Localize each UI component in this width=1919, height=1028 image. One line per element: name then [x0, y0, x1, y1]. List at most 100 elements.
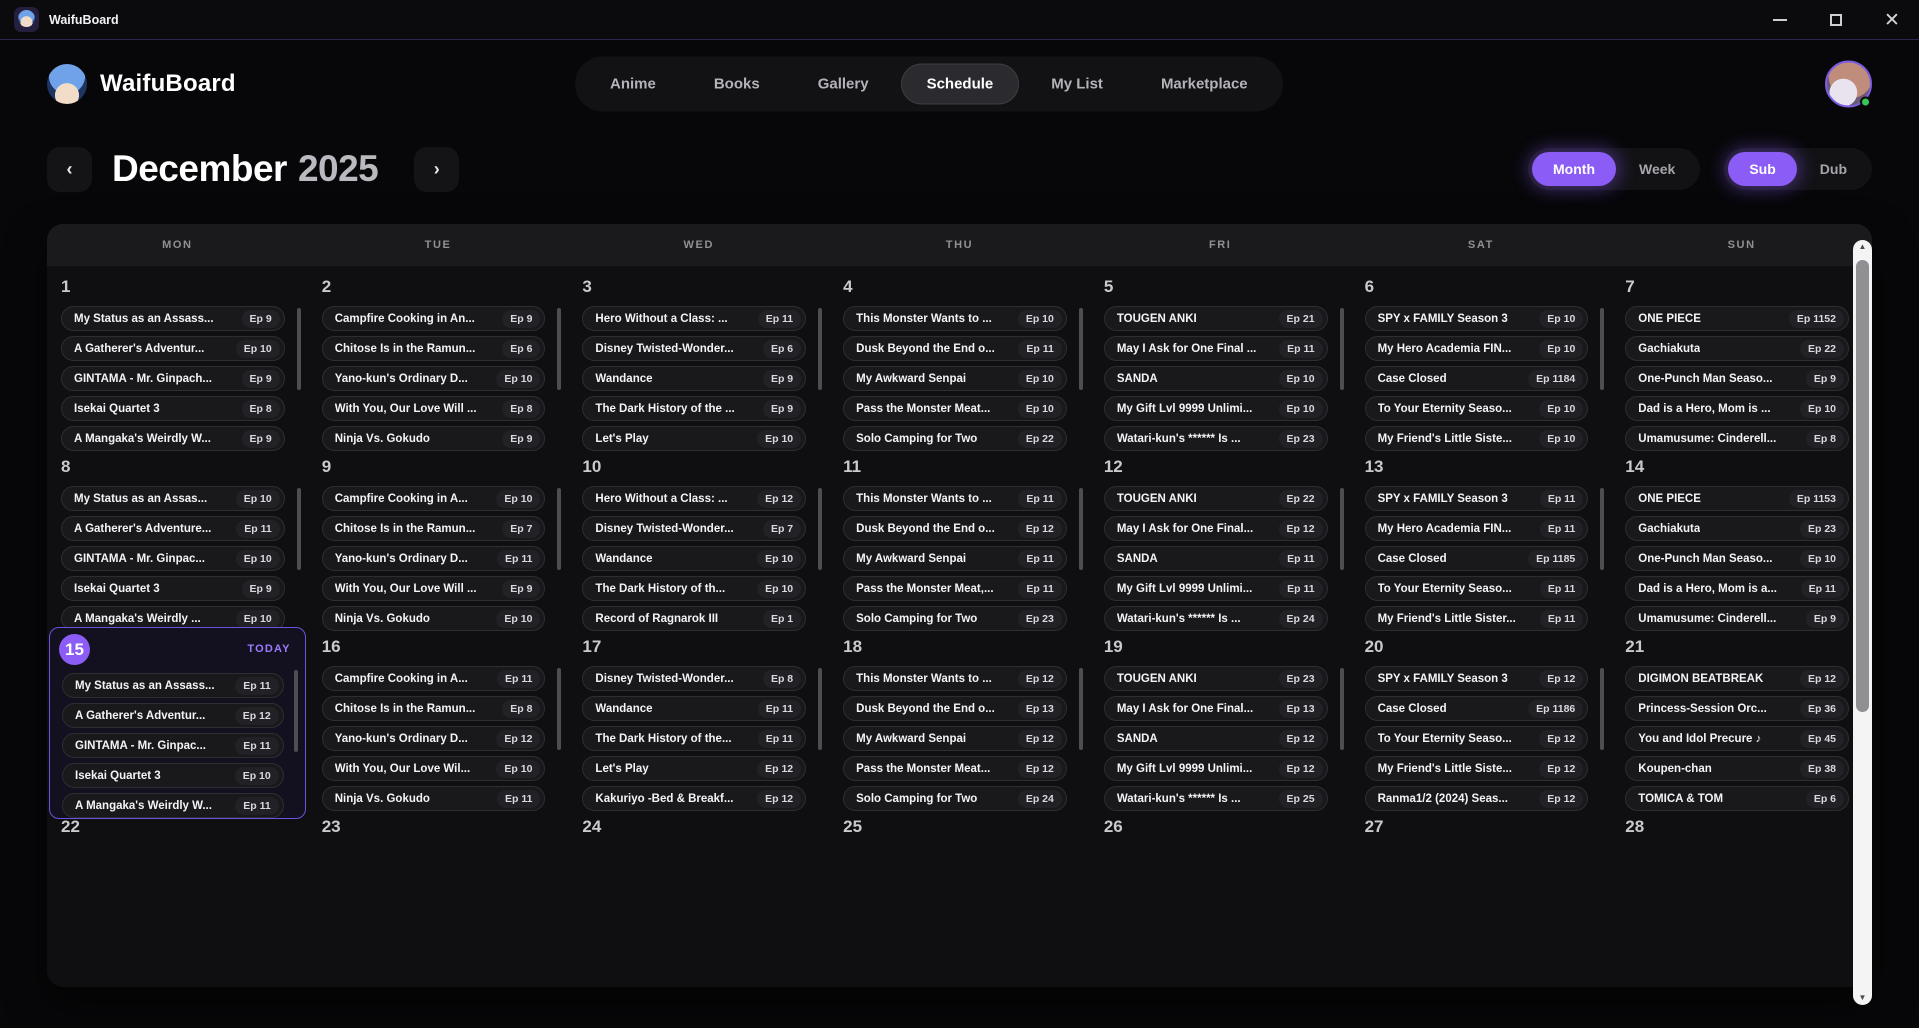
schedule-entry[interactable]: TOUGEN ANKI Ep 22 — [1104, 486, 1328, 511]
schedule-entry[interactable]: One-Punch Man Seaso... Ep 9 — [1625, 366, 1849, 391]
schedule-entry[interactable]: SANDA Ep 11 — [1104, 546, 1328, 571]
day-cell-19[interactable]: 19 TOUGEN ANKI Ep 23 May I Ask for One F… — [1090, 626, 1351, 820]
schedule-entry[interactable]: The Dark History of th... Ep 10 — [582, 576, 806, 601]
schedule-entry[interactable]: Chitose Is in the Ramun... Ep 8 — [322, 696, 546, 721]
day-cell-27[interactable]: 27 — [1351, 806, 1612, 987]
schedule-entry[interactable]: Isekai Quartet 3 Ep 9 — [61, 576, 285, 601]
schedule-entry[interactable]: Dad is a Hero, Mom is a... Ep 11 — [1625, 576, 1849, 601]
close-button[interactable]: ✕ — [1875, 6, 1909, 34]
schedule-entry[interactable]: The Dark History of the ... Ep 9 — [582, 396, 806, 421]
day-cell-13[interactable]: 13 SPY x FAMILY Season 3 Ep 11 My Hero A… — [1351, 446, 1612, 631]
scroll-up-arrow-icon[interactable]: ▲ — [1859, 240, 1867, 254]
schedule-entry[interactable]: Dad is a Hero, Mom is ... Ep 10 — [1625, 396, 1849, 421]
schedule-entry[interactable]: This Monster Wants to ... Ep 11 — [843, 486, 1067, 511]
day-cell-18[interactable]: 18 This Monster Wants to ... Ep 12 Dusk … — [829, 626, 1090, 820]
day-mini-scrollbar[interactable] — [1340, 488, 1344, 570]
schedule-entry[interactable]: Campfire Cooking in A... Ep 10 — [322, 486, 546, 511]
schedule-entry[interactable]: Yano-kun's Ordinary D... Ep 11 — [322, 546, 546, 571]
day-cell-16[interactable]: 16 Campfire Cooking in A... Ep 11 Chitos… — [308, 626, 569, 820]
view-toggle-week[interactable]: Week — [1618, 152, 1696, 186]
schedule-entry[interactable]: Disney Twisted-Wonder... Ep 6 — [582, 336, 806, 361]
nav-item-schedule[interactable]: Schedule — [901, 64, 1020, 105]
schedule-entry[interactable]: Let's Play Ep 12 — [582, 756, 806, 781]
nav-item-marketplace[interactable]: Marketplace — [1135, 64, 1274, 105]
day-mini-scrollbar[interactable] — [557, 668, 561, 750]
schedule-entry[interactable]: My Friend's Little Siste... Ep 12 — [1365, 756, 1589, 781]
day-cell-25[interactable]: 25 — [829, 806, 1090, 987]
schedule-entry[interactable]: Case Closed Ep 1185 — [1365, 546, 1589, 571]
day-cell-12[interactable]: 12 TOUGEN ANKI Ep 22 May I Ask for One F… — [1090, 446, 1351, 631]
schedule-entry[interactable]: SANDA Ep 10 — [1104, 366, 1328, 391]
day-cell-7[interactable]: 7 ONE PIECE Ep 1152 Gachiakuta Ep 22 One… — [1611, 266, 1872, 451]
schedule-entry[interactable]: My Status as an Assass... Ep 11 — [62, 673, 284, 698]
schedule-entry[interactable]: Princess-Session Orc... Ep 36 — [1625, 696, 1849, 721]
day-mini-scrollbar[interactable] — [557, 308, 561, 390]
schedule-entry[interactable]: With You, Our Love Wil... Ep 10 — [322, 756, 546, 781]
schedule-entry[interactable]: Koupen-chan Ep 38 — [1625, 756, 1849, 781]
schedule-entry[interactable]: A Gatherer's Adventur... Ep 12 — [62, 703, 284, 728]
day-cell-15[interactable]: 15 My Status as an Assass... Ep 11 A Gat… — [49, 627, 306, 819]
scrollbar-track[interactable] — [1853, 254, 1872, 991]
schedule-entry[interactable]: Gachiakuta Ep 22 — [1625, 336, 1849, 361]
schedule-entry[interactable]: Chitose Is in the Ramun... Ep 7 — [322, 516, 546, 541]
schedule-entry[interactable]: SPY x FAMILY Season 3 Ep 11 — [1365, 486, 1589, 511]
schedule-entry[interactable]: SPY x FAMILY Season 3 Ep 12 — [1365, 666, 1589, 691]
schedule-entry[interactable]: A Gatherer's Adventur... Ep 10 — [61, 336, 285, 361]
schedule-entry[interactable]: TOUGEN ANKI Ep 21 — [1104, 306, 1328, 331]
prev-month-button[interactable]: ‹ — [47, 147, 92, 192]
day-cell-5[interactable]: 5 TOUGEN ANKI Ep 21 May I Ask for One Fi… — [1090, 266, 1351, 451]
day-cell-3[interactable]: 3 Hero Without a Class: ... Ep 11 Disney… — [568, 266, 829, 451]
schedule-entry[interactable]: TOUGEN ANKI Ep 23 — [1104, 666, 1328, 691]
day-cell-1[interactable]: 1 My Status as an Assass... Ep 9 A Gathe… — [47, 266, 308, 451]
nav-item-anime[interactable]: Anime — [584, 64, 682, 105]
schedule-entry[interactable]: Dusk Beyond the End o... Ep 11 — [843, 336, 1067, 361]
day-cell-21[interactable]: 21 DIGIMON BEATBREAK Ep 12 Princess-Sess… — [1611, 626, 1872, 820]
schedule-entry[interactable]: ONE PIECE Ep 1152 — [1625, 306, 1849, 331]
schedule-entry[interactable]: Pass the Monster Meat... Ep 10 — [843, 396, 1067, 421]
nav-item-books[interactable]: Books — [688, 64, 786, 105]
schedule-entry[interactable]: Isekai Quartet 3 Ep 10 — [62, 763, 284, 788]
schedule-entry[interactable]: Yano-kun's Ordinary D... Ep 10 — [322, 366, 546, 391]
schedule-entry[interactable]: DIGIMON BEATBREAK Ep 12 — [1625, 666, 1849, 691]
schedule-entry[interactable]: GINTAMA - Mr. Ginpac... Ep 10 — [61, 546, 285, 571]
day-cell-28[interactable]: 28 — [1611, 806, 1872, 987]
schedule-entry[interactable]: May I Ask for One Final... Ep 13 — [1104, 696, 1328, 721]
schedule-entry[interactable]: With You, Our Love Will ... Ep 8 — [322, 396, 546, 421]
day-mini-scrollbar[interactable] — [557, 488, 561, 570]
schedule-entry[interactable]: Chitose Is in the Ramun... Ep 6 — [322, 336, 546, 361]
schedule-entry[interactable]: GINTAMA - Mr. Ginpac... Ep 11 — [62, 733, 284, 758]
day-mini-scrollbar[interactable] — [1600, 308, 1604, 390]
schedule-entry[interactable]: My Awkward Senpai Ep 10 — [843, 366, 1067, 391]
schedule-entry[interactable]: Campfire Cooking in A... Ep 11 — [322, 666, 546, 691]
schedule-entry[interactable]: One-Punch Man Seaso... Ep 10 — [1625, 546, 1849, 571]
schedule-entry[interactable]: Hero Without a Class: ... Ep 11 — [582, 306, 806, 331]
schedule-entry[interactable]: SANDA Ep 12 — [1104, 726, 1328, 751]
audio-toggle-sub[interactable]: Sub — [1728, 152, 1796, 186]
day-cell-11[interactable]: 11 This Monster Wants to ... Ep 11 Dusk … — [829, 446, 1090, 631]
day-cell-2[interactable]: 2 Campfire Cooking in An... Ep 9 Chitose… — [308, 266, 569, 451]
day-cell-10[interactable]: 10 Hero Without a Class: ... Ep 12 Disne… — [568, 446, 829, 631]
schedule-entry[interactable]: A Gatherer's Adventure... Ep 11 — [61, 516, 285, 541]
schedule-entry[interactable]: Wandance Ep 10 — [582, 546, 806, 571]
schedule-entry[interactable]: Wandance Ep 9 — [582, 366, 806, 391]
day-cell-22[interactable]: 22 — [47, 806, 308, 987]
schedule-entry[interactable]: This Monster Wants to ... Ep 10 — [843, 306, 1067, 331]
day-cell-24[interactable]: 24 — [568, 806, 829, 987]
schedule-entry[interactable]: My Awkward Senpai Ep 11 — [843, 546, 1067, 571]
schedule-entry[interactable]: My Gift Lvl 9999 Unlimi... Ep 11 — [1104, 576, 1328, 601]
schedule-entry[interactable]: GINTAMA - Mr. Ginpach... Ep 9 — [61, 366, 285, 391]
day-mini-scrollbar[interactable] — [1340, 668, 1344, 750]
user-avatar[interactable] — [1825, 61, 1872, 108]
schedule-entry[interactable]: My Status as an Assass... Ep 9 — [61, 306, 285, 331]
schedule-entry[interactable]: Isekai Quartet 3 Ep 8 — [61, 396, 285, 421]
day-mini-scrollbar[interactable] — [1340, 308, 1344, 390]
schedule-entry[interactable]: Pass the Monster Meat... Ep 12 — [843, 756, 1067, 781]
schedule-entry[interactable]: Gachiakuta Ep 23 — [1625, 516, 1849, 541]
schedule-entry[interactable]: May I Ask for One Final ... Ep 11 — [1104, 336, 1328, 361]
schedule-entry[interactable]: This Monster Wants to ... Ep 12 — [843, 666, 1067, 691]
page-scrollbar[interactable]: ▲ ▼ — [1853, 240, 1872, 1005]
day-cell-9[interactable]: 9 Campfire Cooking in A... Ep 10 Chitose… — [308, 446, 569, 631]
day-mini-scrollbar[interactable] — [1600, 668, 1604, 750]
scrollbar-thumb[interactable] — [1856, 260, 1869, 712]
audio-toggle-dub[interactable]: Dub — [1799, 152, 1868, 186]
